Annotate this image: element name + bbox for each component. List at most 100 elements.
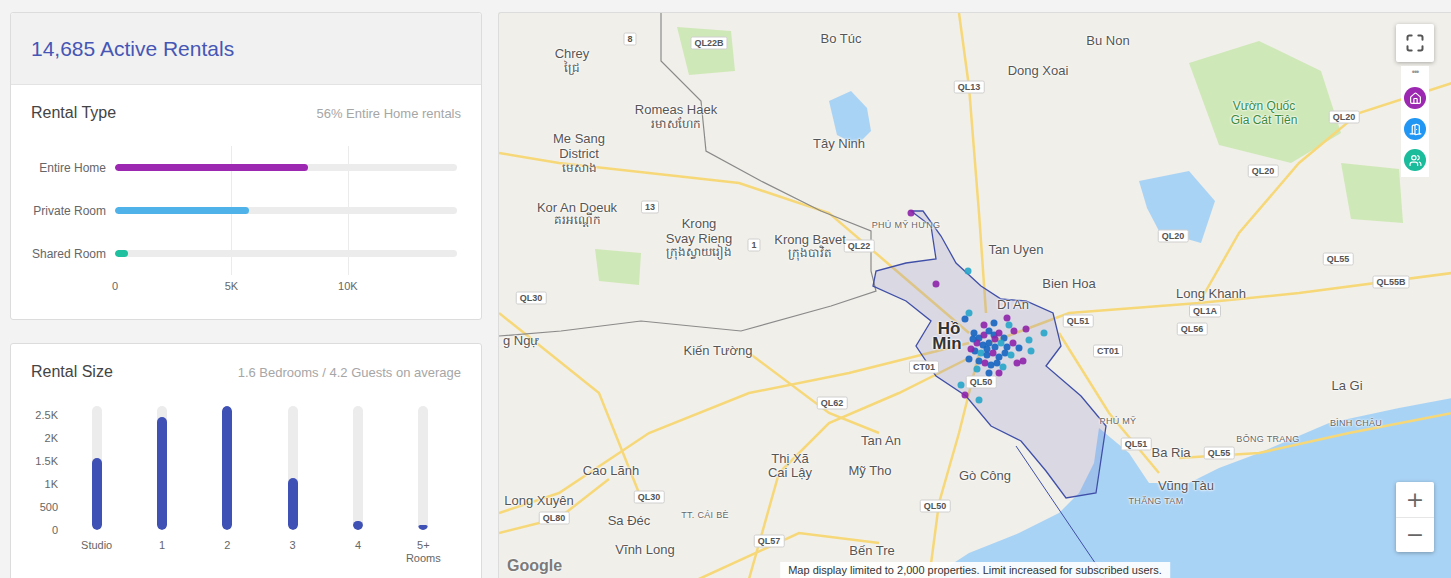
layer-toggle[interactable] (1404, 118, 1426, 140)
place-label: Krong Bavet (774, 233, 846, 248)
road-shield: QL80 (539, 512, 570, 525)
road-shield: QL30 (516, 292, 547, 305)
bar-track (222, 406, 232, 530)
active-rentals-title: 14,685 Active Rentals (31, 37, 234, 61)
place-label: Gò Công (959, 469, 1011, 484)
rental-pin[interactable] (986, 370, 993, 377)
zoom-in-button[interactable]: + (1396, 482, 1434, 517)
bar-label: Studio (74, 539, 120, 552)
bar-track (115, 207, 457, 214)
rental-pin[interactable] (996, 370, 1003, 377)
place-label: Tan Uyen (989, 243, 1044, 258)
rental-pin[interactable] (1006, 322, 1013, 329)
place-label: PHÚ MỸ (1100, 416, 1137, 426)
layer-toggle[interactable] (1404, 149, 1426, 171)
bar-fill[interactable] (418, 525, 428, 531)
park-area (595, 249, 641, 285)
more-dots[interactable]: ••• (1412, 66, 1418, 78)
country-border (499, 13, 876, 336)
rental-pin[interactable] (1026, 337, 1033, 344)
bar-fill[interactable] (222, 406, 232, 530)
rental-pin[interactable] (1041, 330, 1048, 337)
place-label: Thị Xã (771, 452, 809, 467)
rental-pin[interactable] (958, 382, 965, 389)
place-label: គរអណ្ដើក (554, 214, 601, 228)
rental-pin[interactable] (962, 392, 969, 399)
bar-fill[interactable] (288, 478, 298, 530)
bar-track (115, 164, 457, 171)
axis-tick: 2.5K (35, 409, 58, 422)
rental-pin[interactable] (1011, 328, 1018, 335)
axis-tick: 10K (338, 280, 358, 292)
rental-pin[interactable] (981, 322, 988, 329)
bar-column: Studio (64, 406, 129, 565)
bar-label: Private Room (11, 189, 115, 232)
rental-pin[interactable] (1004, 315, 1011, 322)
bar-track (115, 250, 457, 257)
bar-fill[interactable] (157, 417, 167, 530)
road-shield: CT01 (1093, 345, 1123, 358)
rental-pin[interactable] (908, 210, 915, 217)
place-label: Bo Túc (821, 32, 862, 47)
bar-track (353, 406, 363, 530)
place-label: Min (932, 334, 961, 354)
rental-pin[interactable] (966, 356, 973, 363)
bar-fill[interactable] (92, 458, 102, 530)
axis-tick: 500 (40, 501, 58, 514)
road-shield: QL1A (1189, 305, 1221, 318)
place-label: Dong Xoai (1008, 64, 1069, 79)
bar-label: 5+ Rooms (400, 539, 446, 565)
road-line (749, 358, 969, 578)
axis-tick: 0 (52, 524, 58, 537)
rental-pin[interactable] (984, 346, 991, 353)
map[interactable]: 8QL22BQL13QL20QL20QL20131QL22QL30QL55QL5… (498, 12, 1451, 578)
bar-fill[interactable] (115, 164, 308, 171)
rental-pin[interactable] (1023, 326, 1030, 333)
rental-pin[interactable] (974, 366, 981, 373)
rental-pin[interactable] (991, 320, 998, 327)
layer-toggle[interactable] (1404, 87, 1426, 109)
road-shield: CT01 (909, 361, 939, 374)
road-shield: QL20 (1248, 165, 1279, 178)
place-label: Cai Lậy (768, 466, 812, 481)
rental-type-head: Rental Type56% Entire Home rentals (11, 85, 481, 123)
rental-pin[interactable] (962, 316, 969, 323)
house-icon (1409, 92, 1422, 105)
rental-pin[interactable] (992, 336, 999, 343)
bar-fill[interactable] (115, 207, 249, 214)
bar-column: 3 (260, 406, 325, 565)
x-axis: 05K10K (115, 275, 457, 299)
rental-pin[interactable] (933, 281, 940, 288)
rental-pin[interactable] (965, 268, 972, 275)
fullscreen-button[interactable] (1396, 24, 1434, 62)
rental-pin[interactable] (1014, 360, 1021, 367)
road-line (499, 479, 609, 533)
road-shield: QL55 (1204, 447, 1235, 460)
y-axis: 05001K1.5K2K2.5K (11, 406, 64, 530)
road-shield: QL62 (817, 397, 848, 410)
road-shield: QL22B (690, 37, 727, 50)
rental-pin[interactable] (976, 397, 983, 404)
rental-pin[interactable] (1016, 345, 1023, 352)
bar-column: 5+ Rooms (391, 406, 456, 565)
rental-size-title: Rental Size (31, 362, 113, 382)
place-label: Svay Rieng (666, 232, 732, 247)
place-label: Vũng Tàu (1158, 479, 1214, 494)
road-shield: QL30 (634, 491, 665, 504)
rental-type-chart: Entire HomePrivate RoomShared Room05K10K (11, 146, 481, 299)
zoom-out-button[interactable]: − (1396, 517, 1434, 552)
place-label: g Ngự (503, 334, 539, 349)
rental-pin[interactable] (1028, 348, 1035, 355)
place-label: Tan An (861, 434, 901, 449)
road-shield: QL51 (1121, 438, 1152, 451)
bar-fill[interactable] (353, 521, 363, 530)
rental-pin[interactable] (968, 346, 975, 353)
axis-spacer (11, 275, 115, 299)
rental-pin[interactable] (1020, 358, 1027, 365)
bar-track (157, 406, 167, 530)
summary-header: 14,685 Active Rentals (11, 13, 481, 85)
rental-pin[interactable] (970, 336, 977, 343)
rental-pin[interactable] (1008, 352, 1015, 359)
bar-cell (115, 232, 457, 275)
bar-fill[interactable] (115, 250, 128, 257)
